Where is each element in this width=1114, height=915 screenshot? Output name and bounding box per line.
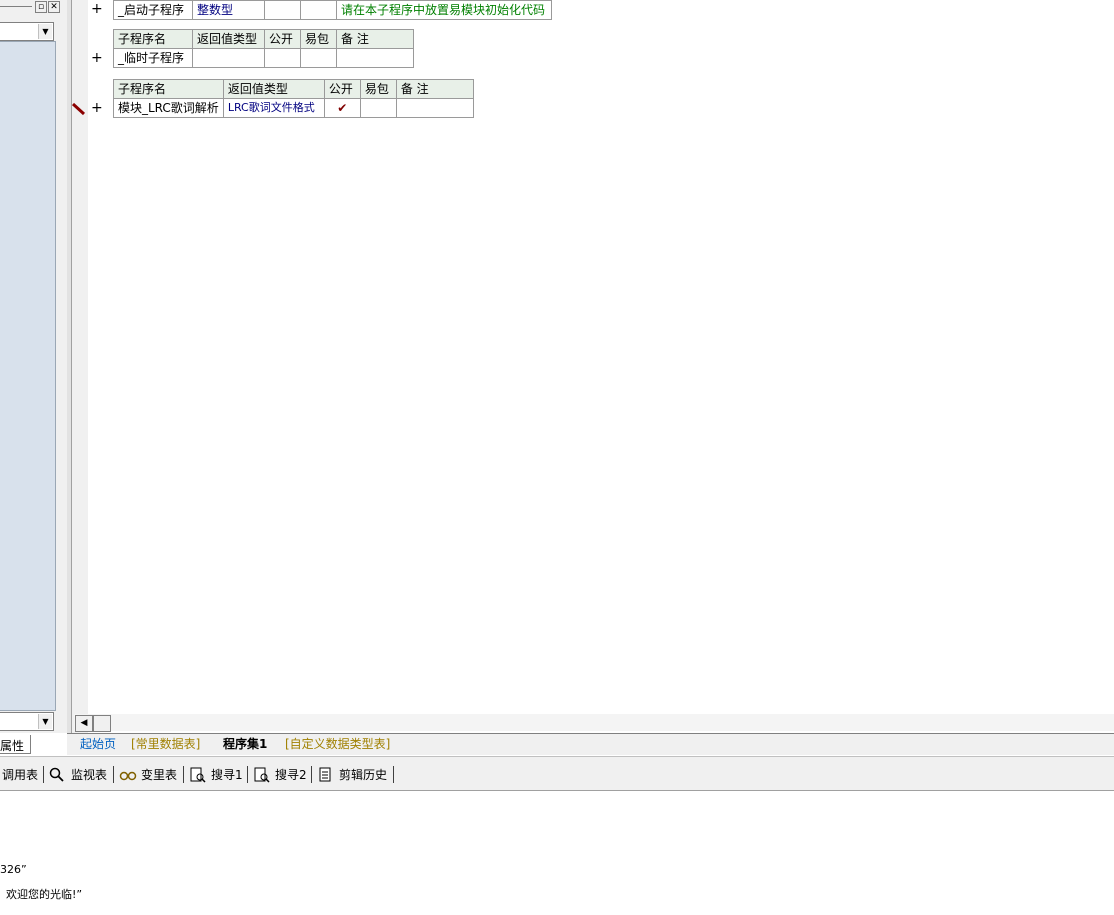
- header-epack: 易包: [300, 29, 337, 49]
- horizontal-scrollbar[interactable]: [74, 714, 1114, 731]
- call-table-button[interactable]: 调用表: [2, 766, 38, 784]
- header-public: 公开: [323, 79, 361, 99]
- toolbar-separator: [311, 766, 312, 783]
- header-return-type: 返回值类型: [192, 29, 265, 49]
- startup-return-type[interactable]: 整数型: [192, 0, 265, 20]
- lrc-epack[interactable]: [359, 98, 397, 118]
- tab-program-set[interactable]: 程序集1: [223, 736, 267, 753]
- temp-public[interactable]: [264, 48, 301, 68]
- toolbar-separator: [113, 766, 114, 783]
- watch-table-button[interactable]: 监视表: [71, 766, 107, 784]
- toolbar-separator: [43, 766, 44, 783]
- left-combo[interactable]: ▼: [0, 22, 54, 41]
- output-line: 326”: [0, 863, 27, 876]
- left-combo-bottom[interactable]: ▼: [0, 712, 54, 731]
- tab-properties[interactable]: 属性: [0, 735, 31, 754]
- lrc-table: 子程序名 返回值类型 公开 易包 备 注 模块_LRC歌词解析 LRC歌词文件格…: [113, 79, 474, 118]
- chevron-down-icon[interactable]: ▼: [38, 714, 52, 729]
- header-return-type: 返回值类型: [222, 79, 325, 99]
- temp-note[interactable]: [336, 48, 414, 68]
- doc-icon: [254, 767, 270, 783]
- search-icon: [49, 767, 64, 782]
- temp-table: 子程序名 返回值类型 公开 易包 备 注 _临时子程序: [113, 29, 414, 68]
- tab-properties-label: 属性: [0, 739, 25, 753]
- header-name: 子程序名: [113, 79, 224, 99]
- lrc-note[interactable]: [395, 98, 474, 118]
- tab-custom-types[interactable]: [自定义数据类型表]: [285, 736, 390, 753]
- pen-icon: [71, 102, 86, 116]
- variable-table-button[interactable]: 变里表: [141, 766, 177, 784]
- watch-icon: [119, 771, 137, 781]
- header-name: 子程序名: [113, 29, 193, 49]
- plus-icon[interactable]: +: [91, 50, 103, 66]
- clip-history-button[interactable]: 剪辑历史: [339, 766, 387, 784]
- header-note: 备 注: [395, 79, 474, 99]
- doc-icon: [190, 767, 206, 783]
- output-panel[interactable]: [0, 791, 1114, 915]
- search1-button[interactable]: 搜寻1: [211, 766, 243, 784]
- search2-button[interactable]: 搜寻2: [275, 766, 307, 784]
- startup-note[interactable]: 请在本子程序中放置易模块初始化代码: [336, 0, 552, 20]
- chevron-down-icon[interactable]: ▼: [38, 24, 52, 39]
- toolbar-separator: [393, 766, 394, 783]
- header-note: 备 注: [336, 29, 414, 49]
- lrc-name[interactable]: 模块_LRC歌词解析: [113, 98, 224, 118]
- startup-table: _启动子程序 整数型 请在本子程序中放置易模块初始化代码: [113, 0, 552, 20]
- check-icon[interactable]: ✔: [323, 98, 361, 118]
- close-icon[interactable]: ✕: [48, 1, 60, 13]
- lrc-return-type[interactable]: LRC歌词文件格式: [222, 98, 325, 118]
- scroll-thumb[interactable]: [93, 715, 111, 732]
- left-panel-divider: [0, 6, 32, 7]
- plus-icon[interactable]: +: [91, 100, 103, 116]
- toolbar-separator: [183, 766, 184, 783]
- temp-return-type[interactable]: [192, 48, 265, 68]
- header-public: 公开: [264, 29, 301, 49]
- restore-icon[interactable]: ▫: [35, 1, 47, 13]
- startup-name[interactable]: _启动子程序: [113, 0, 193, 20]
- startup-epack[interactable]: [300, 0, 337, 20]
- temp-epack[interactable]: [300, 48, 337, 68]
- toolbar-separator: [247, 766, 248, 783]
- header-epack: 易包: [359, 79, 397, 99]
- left-list[interactable]: [0, 41, 56, 711]
- output-line: 欢迎您的光临!”: [6, 888, 83, 901]
- startup-public[interactable]: [264, 0, 301, 20]
- plus-icon[interactable]: +: [91, 1, 103, 17]
- temp-name[interactable]: _临时子程序: [113, 48, 193, 68]
- doc-icon: [319, 767, 331, 782]
- scroll-left-icon[interactable]: ◀: [75, 715, 93, 732]
- tab-constants[interactable]: [常里数据表]: [131, 736, 200, 753]
- tab-start-page[interactable]: 起始页: [80, 736, 116, 753]
